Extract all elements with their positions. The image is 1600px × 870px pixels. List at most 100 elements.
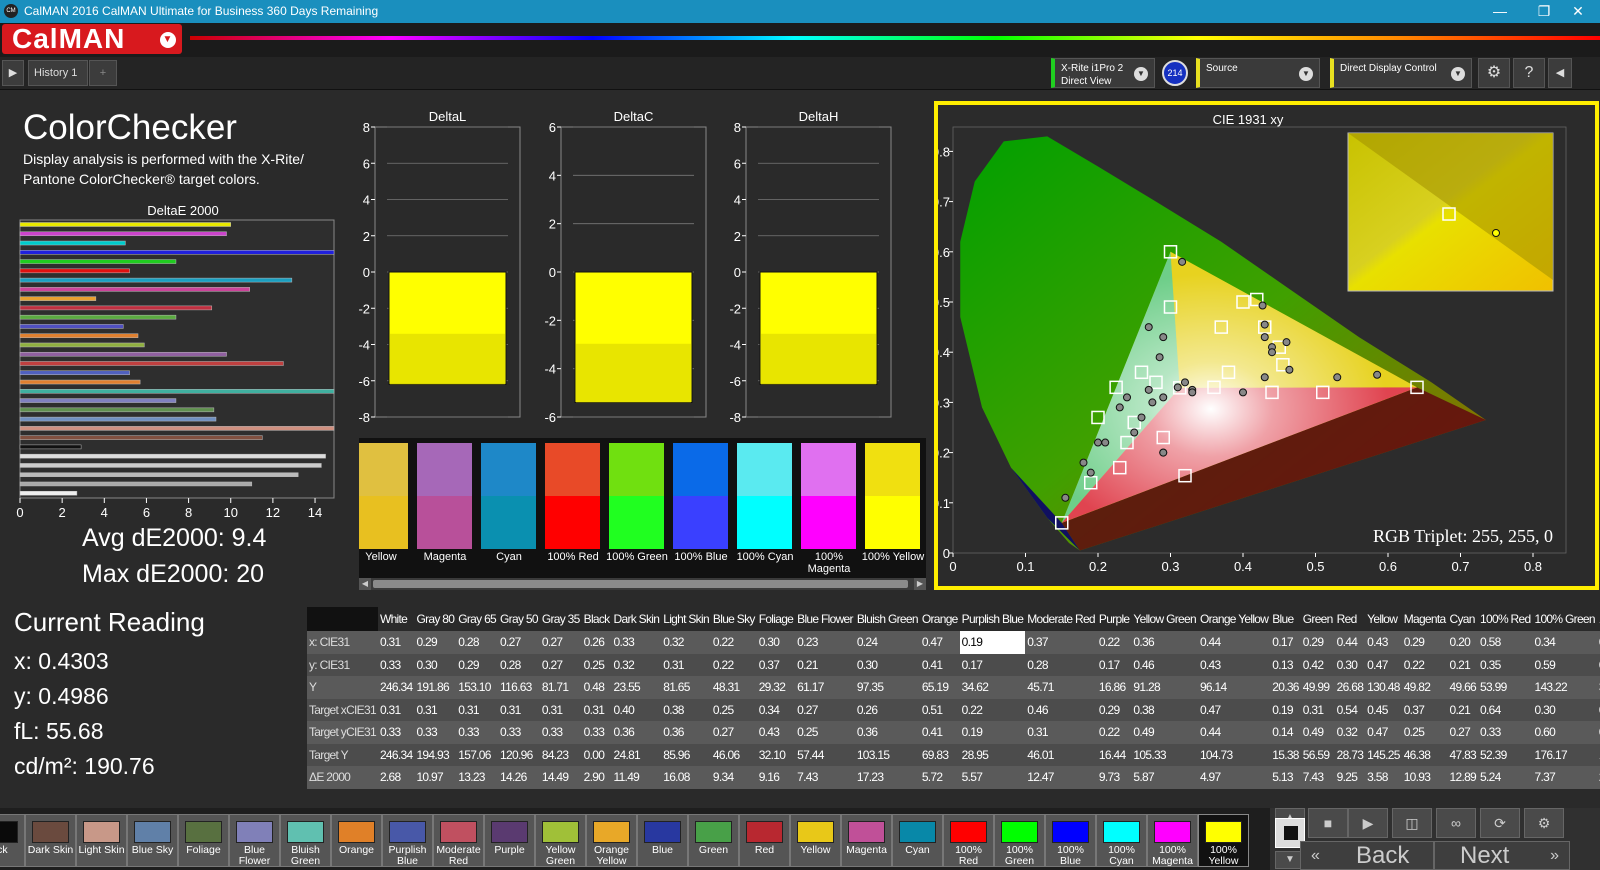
table-cell[interactable]: 0.25 xyxy=(581,653,612,676)
table-cell[interactable]: 45.71 xyxy=(1025,676,1097,699)
table-cell[interactable]: 0.47 xyxy=(1197,698,1271,721)
table-cell[interactable]: 0.25 xyxy=(795,721,855,744)
patch-ack[interactable]: ack xyxy=(0,814,25,867)
add-tab-icon[interactable]: + xyxy=(89,60,117,86)
collapse-icon[interactable]: ◀ xyxy=(1548,58,1572,88)
table-cell[interactable]: 14.49 xyxy=(539,766,582,789)
table-cell[interactable]: 191.86 xyxy=(414,676,457,699)
table-cell[interactable]: 0.19 xyxy=(1270,698,1301,721)
patch-red[interactable]: Red xyxy=(739,814,790,867)
table-cell[interactable]: 0.17 xyxy=(959,653,1026,676)
table-cell[interactable]: 2.90 xyxy=(581,766,612,789)
table-cell[interactable]: 49.99 xyxy=(1300,676,1335,699)
table-cell[interactable]: 0.31 xyxy=(539,698,582,721)
table-cell[interactable]: 0.22 xyxy=(1401,653,1448,676)
column-header[interactable]: White xyxy=(377,607,415,631)
table-cell[interactable]: 49.66 xyxy=(1447,676,1479,699)
table-cell[interactable]: 81.65 xyxy=(661,676,711,699)
table-cell[interactable]: 96.14 xyxy=(1197,676,1271,699)
table-cell[interactable]: 17.23 xyxy=(854,766,920,789)
table-cell[interactable]: 84.23 xyxy=(539,743,582,766)
table-cell[interactable]: 52.39 xyxy=(1478,743,1533,766)
table-cell[interactable]: 0.59 xyxy=(1532,653,1597,676)
table-cell[interactable]: 97.35 xyxy=(854,676,920,699)
table-cell[interactable]: 61.17 xyxy=(795,676,855,699)
table-cell[interactable]: 120.96 xyxy=(498,743,540,766)
table-cell[interactable]: 0.24 xyxy=(854,631,920,654)
table-cell[interactable]: 0.45 xyxy=(1365,698,1402,721)
table-cell[interactable]: 53.99 xyxy=(1478,676,1533,699)
table-cell[interactable]: 246.34 xyxy=(377,676,415,699)
table-cell[interactable]: 14.26 xyxy=(498,766,540,789)
patch-bluish-green[interactable]: Bluish Green xyxy=(280,814,331,867)
table-cell[interactable]: 0.43 xyxy=(1365,631,1402,654)
table-cell[interactable]: 3.58 xyxy=(1365,766,1402,789)
next-button[interactable]: Next » xyxy=(1434,841,1570,870)
table-cell[interactable]: 0.26 xyxy=(581,631,612,654)
table-cell[interactable]: 0.27 xyxy=(539,653,582,676)
patch-100-magenta[interactable]: 100% Magenta xyxy=(1147,814,1198,867)
table-cell[interactable]: 0.00 xyxy=(581,743,612,766)
table-cell[interactable]: 0.22 xyxy=(959,698,1026,721)
table-cell[interactable]: 0.33 xyxy=(414,721,457,744)
table-cell[interactable]: 0.20 xyxy=(1447,631,1479,654)
table-cell[interactable]: 0.41 xyxy=(919,721,960,744)
patch-yellow-green[interactable]: Yellow Green xyxy=(535,814,586,867)
table-cell[interactable]: 0.25 xyxy=(710,698,757,721)
table-cell[interactable]: 0.31 xyxy=(581,698,612,721)
patch-blue[interactable]: Blue xyxy=(637,814,688,867)
table-cell[interactable]: 0.27 xyxy=(539,631,582,654)
column-header[interactable]: 100% Red xyxy=(1478,607,1533,631)
swatch-100-magenta[interactable] xyxy=(801,443,856,549)
calman-logo-menu[interactable]: CalMAN ▼ xyxy=(2,24,182,54)
help-icon[interactable]: ? xyxy=(1513,58,1545,88)
patch-100-cyan[interactable]: 100% Cyan xyxy=(1096,814,1147,867)
table-cell[interactable]: 0.17 xyxy=(1096,653,1132,676)
patch-blue-flower[interactable]: Blue Flower xyxy=(229,814,280,867)
table-cell[interactable]: 0.31 xyxy=(661,653,711,676)
table-cell[interactable]: 0.30 xyxy=(1334,653,1366,676)
table-cell[interactable]: 0.27 xyxy=(1447,721,1479,744)
table-cell[interactable]: 0.38 xyxy=(661,698,711,721)
patch-100-green[interactable]: 100% Green xyxy=(994,814,1045,867)
table-cell[interactable]: 9.34 xyxy=(710,766,757,789)
table-cell[interactable]: 0.30 xyxy=(1532,698,1597,721)
table-cell[interactable]: 2.68 xyxy=(377,766,415,789)
patch-dark-skin[interactable]: Dark Skin xyxy=(25,814,76,867)
table-cell[interactable]: 81.71 xyxy=(539,676,582,699)
table-cell[interactable]: 103.15 xyxy=(854,743,920,766)
table-cell[interactable]: 7.43 xyxy=(795,766,855,789)
table-cell[interactable]: 11.49 xyxy=(611,766,662,789)
table-cell[interactable]: 9.25 xyxy=(1334,766,1366,789)
swatch-100-yellow[interactable] xyxy=(865,443,920,549)
table-cell[interactable]: 0.33 xyxy=(581,721,612,744)
table-cell[interactable]: 0.25 xyxy=(1401,721,1448,744)
table-cell[interactable]: 0.33 xyxy=(456,721,499,744)
table-cell[interactable]: 145.25 xyxy=(1365,743,1402,766)
column-header[interactable]: Green xyxy=(1300,607,1335,631)
table-cell[interactable]: 0.32 xyxy=(1334,721,1366,744)
column-header[interactable]: Orange Yellow xyxy=(1197,607,1271,631)
table-cell[interactable]: 0.27 xyxy=(498,631,540,654)
table-cell[interactable]: 46.01 xyxy=(1025,743,1097,766)
table-cell[interactable]: 91.28 xyxy=(1131,676,1198,699)
table-cell[interactable]: 0.22 xyxy=(710,653,757,676)
back-button[interactable]: « Back xyxy=(1300,841,1434,870)
swatch-100-red[interactable] xyxy=(545,443,600,549)
table-cell[interactable]: 104.73 xyxy=(1197,743,1271,766)
continuous-icon[interactable]: ∞ xyxy=(1436,808,1476,838)
table-cell[interactable]: 20.36 xyxy=(1270,676,1301,699)
column-header[interactable]: Gray 80 xyxy=(414,607,457,631)
table-cell[interactable]: 0.31 xyxy=(414,698,457,721)
table-cell[interactable]: 157.06 xyxy=(456,743,499,766)
table-cell[interactable]: 32.10 xyxy=(756,743,796,766)
scroll-right-icon[interactable]: ▶ xyxy=(914,578,926,590)
table-cell[interactable]: 0.30 xyxy=(854,653,920,676)
table-cell[interactable]: 5.72 xyxy=(919,766,960,789)
patch-moderate-red[interactable]: Moderate Red xyxy=(433,814,484,867)
table-cell[interactable]: 0.22 xyxy=(710,631,757,654)
table-cell[interactable]: 85.96 xyxy=(661,743,711,766)
table-cell[interactable]: 0.29 xyxy=(414,631,457,654)
patch-orange[interactable]: Orange xyxy=(331,814,382,867)
table-cell[interactable]: 0.31 xyxy=(1025,721,1097,744)
